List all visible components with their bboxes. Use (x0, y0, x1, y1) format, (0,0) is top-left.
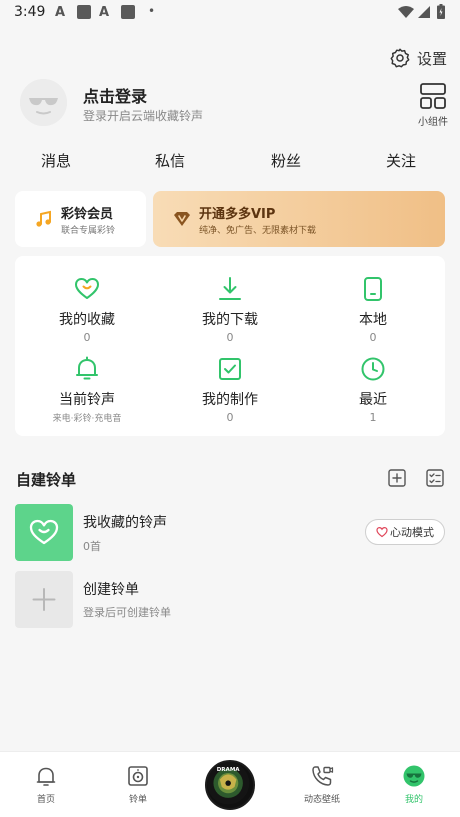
tab-profile-label: 我的 (404, 795, 423, 805)
vip-title: 开通多多VIP (199, 207, 276, 222)
downloads-count: 0 (226, 331, 234, 344)
ringtone-member-card[interactable]: 彩铃会员 联合专属彩铃 (15, 191, 146, 247)
plus-icon (32, 588, 56, 611)
favorites-playlist-count: 0首 (83, 540, 101, 553)
status-bar: 3:49 A A • (0, 0, 460, 26)
settings-label: 设置 (417, 49, 448, 68)
local-item[interactable]: 本地 0 (303, 276, 443, 344)
phone-icon (364, 277, 382, 301)
tab-home-label: 首页 (36, 795, 55, 805)
login-title[interactable]: 点击登录 (83, 83, 147, 107)
more-notifications-dot: • (148, 4, 156, 18)
favorites-label: 我的收藏 (59, 312, 115, 328)
widget-label: 小组件 (418, 117, 448, 128)
download-icon (219, 277, 241, 300)
notification-square-icon (121, 5, 135, 19)
avatar[interactable] (20, 79, 67, 126)
now-playing-disc[interactable]: DRAMA (205, 760, 255, 810)
sunglasses-avatar-icon (20, 79, 67, 126)
heart-icon (376, 526, 388, 538)
create-playlist-name[interactable]: 创建铃单 (83, 579, 139, 599)
heart-icon (29, 519, 59, 545)
playlists-section-title: 自建铃单 (16, 471, 77, 489)
current-ringtone-item[interactable]: 当前铃声 来电·彩铃·充电音 (17, 356, 157, 424)
heartbeat-mode-label: 心动模式 (390, 526, 434, 539)
my-creations-count: 0 (226, 411, 234, 424)
my-creations-label: 我的制作 (202, 392, 258, 408)
local-label: 本地 (359, 312, 387, 328)
gear-icon (390, 48, 410, 68)
create-playlist-thumb[interactable] (15, 571, 73, 628)
notification-a-icon: A (99, 5, 110, 20)
messages-link[interactable]: 消息 (26, 150, 86, 171)
my-creations-item[interactable]: 我的制作 0 (160, 356, 300, 424)
tab-playlists[interactable]: 铃单 (108, 764, 168, 805)
notification-a-icon: A (55, 5, 66, 20)
downloads-item[interactable]: 我的下载 0 (160, 276, 300, 344)
battery-icon (437, 4, 445, 19)
widget-icon (420, 83, 446, 109)
tab-playlists-label: 铃单 (128, 795, 147, 805)
tab-live-wallpaper[interactable]: 动态壁纸 (292, 764, 352, 805)
tab-profile[interactable]: 我的 (384, 764, 444, 805)
member-title: 彩铃会员 (61, 207, 114, 222)
member-subtitle: 联合专属彩铃 (61, 226, 116, 236)
vip-diamond-icon (174, 212, 190, 226)
favorites-playlist-thumb[interactable] (15, 504, 73, 561)
add-playlist-icon[interactable] (388, 469, 406, 487)
vip-card[interactable]: 开通多多VIP 纯净、免广告、无限素材下载 (153, 191, 445, 247)
profile-icon (403, 765, 425, 787)
recent-item[interactable]: 最近 1 (303, 356, 443, 424)
music-note-icon (36, 210, 51, 227)
tab-live-wallpaper-label: 动态壁纸 (303, 795, 340, 805)
settings-button[interactable]: 设置 (389, 46, 447, 70)
current-ringtone-label: 当前铃声 (59, 392, 115, 408)
create-playlist-sub: 登录后可创建铃单 (83, 606, 171, 619)
local-count: 0 (369, 331, 377, 344)
bell-icon (76, 356, 98, 380)
speaker-icon (128, 766, 148, 786)
manage-list-icon[interactable] (426, 469, 444, 487)
heart-icon (75, 278, 99, 299)
social-row: 消息 私信 粉丝 关注 (0, 150, 460, 174)
downloads-label: 我的下载 (202, 312, 258, 328)
current-ringtone-sub: 来电·彩铃·充电音 (52, 414, 122, 424)
favorites-playlist-name[interactable]: 我收藏的铃声 (83, 512, 167, 532)
quick-access-card: 我的收藏 0 我的下载 0 本地 0 当前铃声 来电·彩铃·充电音 我的制作 0… (15, 256, 445, 436)
heartbeat-mode-button[interactable]: 心动模式 (365, 519, 445, 545)
notification-square-icon (77, 5, 91, 19)
album-text: DRAMA (217, 767, 241, 773)
wifi-icon (398, 6, 414, 18)
status-time: 3:49 (14, 4, 46, 20)
phone-video-icon (312, 766, 334, 786)
fans-link[interactable]: 粉丝 (256, 150, 316, 171)
private-messages-link[interactable]: 私信 (140, 150, 200, 171)
vip-subtitle: 纯净、免广告、无限素材下载 (199, 226, 317, 236)
tab-home[interactable]: 首页 (16, 764, 76, 805)
bell-tab-icon (36, 767, 56, 786)
recent-count: 1 (369, 411, 377, 424)
signal-icon (418, 6, 430, 18)
following-link[interactable]: 关注 (371, 150, 431, 171)
checkbox-icon (219, 358, 241, 380)
favorites-count: 0 (83, 331, 91, 344)
recent-label: 最近 (359, 392, 387, 408)
login-subtitle: 登录开启云端收藏铃声 (83, 109, 204, 123)
favorites-item[interactable]: 我的收藏 0 (17, 276, 157, 344)
widget-button[interactable]: 小组件 (414, 82, 452, 128)
album-art-image: DRAMA (207, 762, 250, 805)
clock-icon (361, 357, 385, 381)
